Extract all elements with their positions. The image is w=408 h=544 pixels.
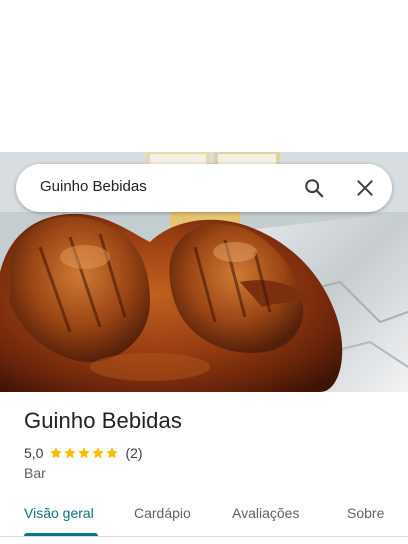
tab-avaliacoes[interactable]: Avaliações	[232, 505, 299, 521]
tabs-divider	[0, 536, 408, 537]
rating-stars	[49, 446, 119, 460]
tab-bar: Visão geral Cardápio Avaliações Sobre	[0, 498, 408, 538]
place-category[interactable]: Bar	[24, 465, 46, 481]
star-icon	[78, 447, 91, 459]
close-icon	[357, 180, 373, 196]
star-icon	[106, 447, 119, 459]
search-input[interactable]: Guinho Bebidas	[40, 178, 147, 195]
star-icon	[92, 447, 105, 459]
star-icon	[50, 447, 63, 459]
search-button[interactable]	[302, 176, 326, 200]
tab-sobre[interactable]: Sobre	[347, 505, 384, 521]
rating-value: 5,0	[24, 445, 44, 461]
place-title: Guinho Bebidas	[24, 408, 182, 433]
search-bar[interactable]: Guinho Bebidas	[16, 164, 392, 212]
tab-cardapio[interactable]: Cardápio	[134, 505, 191, 521]
tab-visao-geral[interactable]: Visão geral	[24, 505, 94, 521]
rating-row[interactable]: 5,0 (2)	[24, 444, 143, 462]
review-count[interactable]: (2)	[125, 445, 142, 461]
close-button[interactable]	[353, 176, 377, 200]
star-icon	[64, 447, 77, 459]
search-icon	[305, 179, 324, 198]
top-blank-area	[0, 0, 408, 152]
